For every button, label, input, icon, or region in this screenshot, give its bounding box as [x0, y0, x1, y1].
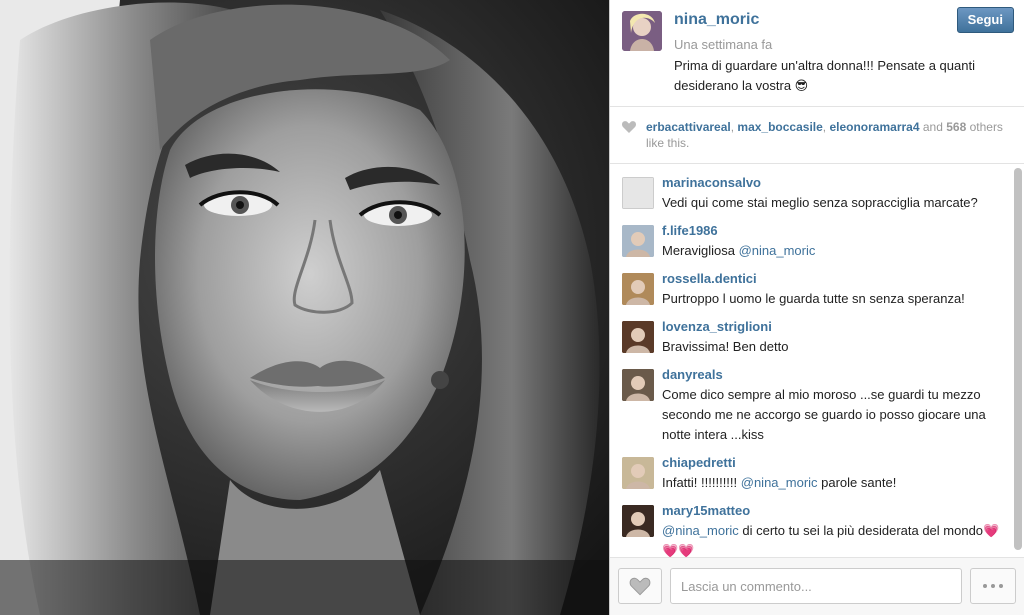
likes-count[interactable]: 568 — [946, 120, 966, 134]
comment-text-segment: Infatti! !!!!!!!!!! — [662, 475, 741, 490]
commenter-avatar[interactable] — [622, 273, 654, 305]
comment-text-segment: Meravigliosa — [662, 243, 739, 258]
heart-outline-icon — [629, 577, 651, 595]
comment-text: Infatti! !!!!!!!!!! @nina_moric parole s… — [662, 473, 1005, 493]
comment-item: danyreals Come dico sempre al mio moroso … — [610, 357, 1024, 445]
portrait-image — [0, 0, 609, 615]
commenter-avatar[interactable] — [622, 505, 654, 537]
commenter-username[interactable]: mary15matteo — [662, 503, 1005, 519]
more-options-button[interactable] — [970, 568, 1016, 604]
post-timestamp: Una settimana fa — [674, 37, 773, 52]
comment-item: chiapedretti Infatti! !!!!!!!!!! @nina_mo… — [610, 445, 1024, 493]
more-dots-icon — [983, 584, 987, 588]
liker-link[interactable]: eleonoramarra4 — [829, 120, 919, 134]
comment-item: marinaconsalvo Vedi qui come stai meglio … — [610, 165, 1024, 213]
likes-section: erbacattivareal, max_boccasile, eleonora… — [610, 107, 1024, 164]
liker-link[interactable]: max_boccasile — [737, 120, 822, 134]
comment-item: f.life1986 Meravigliosa @nina_moric — [610, 213, 1024, 261]
commenter-username[interactable]: rossella.dentici — [662, 271, 1005, 287]
comment-text-segment: Purtroppo l uomo le guarda tutte sn senz… — [662, 291, 965, 306]
comments-scrollbar[interactable] — [1014, 168, 1022, 552]
mention-link[interactable]: @nina_moric — [662, 523, 739, 538]
commenter-username[interactable]: f.life1986 — [662, 223, 1005, 239]
mention-link[interactable]: @nina_moric — [741, 475, 818, 490]
comment-text-segment: Come dico sempre al mio moroso ...se gua… — [662, 387, 986, 442]
comment-text: Come dico sempre al mio moroso ...se gua… — [662, 385, 1005, 445]
comment-text: Meravigliosa @nina_moric — [662, 241, 1005, 261]
scrollbar-thumb[interactable] — [1014, 168, 1022, 550]
owner-avatar[interactable] — [622, 11, 662, 51]
commenter-username[interactable]: chiapedretti — [662, 455, 1005, 471]
commenter-avatar[interactable] — [622, 177, 654, 209]
owner-username[interactable]: nina_moric — [674, 11, 759, 29]
comment-text-segment: Vedi qui come stai meglio senza sopracci… — [662, 195, 978, 210]
like-button[interactable] — [618, 568, 662, 604]
comment-input[interactable] — [670, 568, 962, 604]
comment-footer — [610, 557, 1024, 615]
likes-and: and — [919, 120, 947, 134]
more-dots-icon — [991, 584, 995, 588]
comment-text: Bravissima! Ben detto — [662, 337, 1005, 357]
commenter-username[interactable]: marinaconsalvo — [662, 175, 1005, 191]
comments-list[interactable]: marinaconsalvo Vedi qui come stai meglio … — [610, 165, 1024, 557]
comment-item: rossella.dentici Purtroppo l uomo le guar… — [610, 261, 1024, 309]
comment-text: @nina_moric di certo tu sei la più desid… — [662, 521, 1005, 557]
commenter-avatar[interactable] — [622, 369, 654, 401]
commenter-username[interactable]: danyreals — [662, 367, 1005, 383]
comment-text: Vedi qui come stai meglio senza sopracci… — [662, 193, 1005, 213]
liker-link[interactable]: erbacattivareal — [646, 120, 731, 134]
more-dots-icon — [999, 584, 1003, 588]
comment-text: Purtroppo l uomo le guarda tutte sn senz… — [662, 289, 1005, 309]
comment-text-segment: Bravissima! Ben detto — [662, 339, 789, 354]
likes-text: erbacattivareal, max_boccasile, eleonora… — [622, 119, 1012, 151]
mention-link[interactable]: @nina_moric — [739, 243, 816, 258]
commenter-avatar[interactable] — [622, 457, 654, 489]
instagram-post-viewer: nina_moric Segui Una settimana fa Prima … — [0, 0, 1024, 615]
post-header: nina_moric Segui Una settimana fa Prima … — [610, 0, 1024, 107]
comment-text-segment: parole sante! — [817, 475, 897, 490]
comment-item: mary15matteo @nina_moric di certo tu sei … — [610, 493, 1024, 557]
follow-button[interactable]: Segui — [956, 7, 1014, 33]
post-detail-panel: nina_moric Segui Una settimana fa Prima … — [609, 0, 1024, 615]
commenter-avatar[interactable] — [622, 321, 654, 353]
comment-item: lovenza_striglioni Bravissima! Ben detto — [610, 309, 1024, 357]
commenter-username[interactable]: lovenza_striglioni — [662, 319, 1005, 335]
post-caption: Prima di guardare un'altra donna!!! Pens… — [674, 58, 975, 93]
heart-icon — [622, 121, 636, 133]
post-photo[interactable] — [0, 0, 609, 615]
commenter-avatar[interactable] — [622, 225, 654, 257]
